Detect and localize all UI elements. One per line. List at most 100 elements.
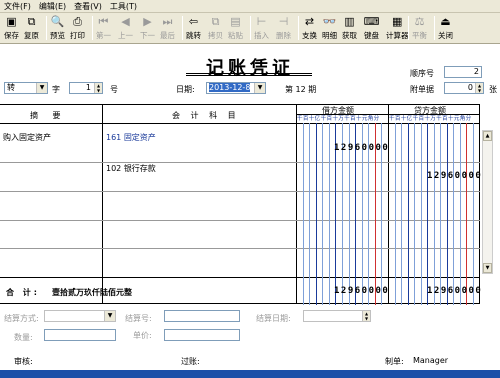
digit-column-line xyxy=(427,123,428,305)
toolbar-button-keyboard[interactable]: ⌨ 键盘 xyxy=(363,15,380,42)
settle-number-input[interactable] xyxy=(164,310,240,322)
seq-label: 顺序号 xyxy=(410,69,434,78)
toolbar-button-copy[interactable]: ⧉ 拷贝 xyxy=(208,15,223,42)
settle-method-label: 结算方式: xyxy=(4,314,39,323)
insert-icon: ⊢ xyxy=(256,15,267,28)
digit-column-line xyxy=(401,123,402,305)
attach-spinner-icon[interactable]: ▲ ▼ xyxy=(475,83,483,93)
price-input[interactable] xyxy=(164,329,240,341)
digit-column-line xyxy=(414,123,415,305)
chevron-down-icon[interactable]: ▼ xyxy=(254,83,265,93)
toolbar-button-print[interactable]: ⎙ 打印 xyxy=(70,15,85,42)
toolbar-button-close[interactable]: ⏏ 关闭 xyxy=(438,15,453,42)
voucher-number-value: 1 xyxy=(85,83,91,92)
row1-account[interactable]: 161 固定资产 xyxy=(106,132,156,143)
chevron-down-icon[interactable]: ▼ xyxy=(36,83,47,93)
paste-icon: ▤ xyxy=(230,15,241,28)
toolbar-button-paste[interactable]: ▤ 粘贴 xyxy=(228,15,243,42)
last-icon: ⏭ xyxy=(162,15,173,28)
voucher-type-select[interactable]: 转 ▼ xyxy=(4,82,48,94)
toolbar-button-jump[interactable]: ⇦ 跳转 xyxy=(186,15,201,42)
scroll-down-icon[interactable]: ▼ xyxy=(483,263,492,273)
toolbar-button-prev[interactable]: ◀ 上一 xyxy=(118,15,133,42)
toolbar-label: 预览 xyxy=(50,31,65,40)
digit-column-line xyxy=(309,123,311,305)
status-bar xyxy=(0,370,500,378)
menu-tools[interactable]: 工具(T) xyxy=(106,1,141,12)
menu-view[interactable]: 查看(V) xyxy=(70,1,106,12)
date-label: 日期: xyxy=(176,85,195,94)
hao-label: 号 xyxy=(110,85,118,94)
toolbar: ▣ 保存 ⧉ 复原 🔍 预览 ⎙ 打印 ⏮ 第一 ◀ 上一 ▶ 下一 ⏭ 最后 ⇦ 跳转 ⧉ 拷贝 ▤ 粘贴 ⊢ 插入 ⊣ 删除 ⇄… xyxy=(0,13,500,44)
toolbar-button-preview[interactable]: 🔍 预览 xyxy=(50,15,65,42)
menu-bar: 文件(F) 编辑(E) 查看(V) 工具(T) xyxy=(0,0,500,13)
digit-column-line xyxy=(420,123,422,305)
zi-label: 字 xyxy=(52,85,60,94)
attach-value: 0 xyxy=(467,83,473,92)
row1-summary[interactable]: 购入固定资产 xyxy=(3,132,51,143)
price-label: 单价: xyxy=(133,331,152,340)
toolbar-button-restore[interactable]: ⧉ 复原 xyxy=(24,15,39,42)
settle-number-label: 结算号: xyxy=(125,314,152,323)
maker-label: 制单: xyxy=(385,357,404,366)
toolbar-button-delete[interactable]: ⊣ 删除 xyxy=(276,15,291,42)
digit-column-line xyxy=(407,123,409,305)
toolbar-label: 键盘 xyxy=(364,31,379,40)
toolbar-button-first[interactable]: ⏮ 第一 xyxy=(96,15,111,42)
digit-column-line xyxy=(315,123,317,305)
credit-digit-header: 千百十亿千百十万千百十元角分 xyxy=(389,116,472,122)
table-scrollbar[interactable]: ▲ ▼ xyxy=(482,130,493,274)
preview-icon: 🔍 xyxy=(50,15,65,28)
digit-column-line xyxy=(472,123,474,305)
print-icon: ⎙ xyxy=(73,15,82,28)
chevron-down-icon[interactable]: ▼ xyxy=(104,311,115,321)
swap-icon: ⇄ xyxy=(304,15,315,28)
col-divider xyxy=(102,105,103,303)
toolbar-label: 插入 xyxy=(254,31,269,40)
col-divider xyxy=(479,105,480,303)
balance-icon: ⚖ xyxy=(414,15,425,28)
summary-header: 摘 要 xyxy=(30,111,67,120)
toolbar-button-save[interactable]: ▣ 保存 xyxy=(4,15,19,42)
keyboard-icon: ⌨ xyxy=(363,15,380,28)
title-underline xyxy=(186,73,312,76)
toolbar-button-fetch[interactable]: ▥ 获取 xyxy=(342,15,357,42)
voucher-table xyxy=(0,104,480,305)
delete-icon: ⊣ xyxy=(278,15,289,28)
settle-method-select[interactable]: ▼ xyxy=(44,310,116,322)
seq-input[interactable]: 2 xyxy=(444,66,482,78)
settle-date-spinner-icon[interactable]: ▲ ▼ xyxy=(362,311,370,321)
menu-file[interactable]: 文件(F) xyxy=(0,1,35,12)
close-icon: ⏏ xyxy=(440,15,451,28)
toolbar-button-detail[interactable]: 👓 明细 xyxy=(322,15,337,42)
qty-input[interactable] xyxy=(44,329,116,341)
toolbar-button-insert[interactable]: ⊢ 插入 xyxy=(254,15,269,42)
toolbar-button-last[interactable]: ⏭ 最后 xyxy=(160,15,175,42)
number-spinner-icon[interactable]: ▲ ▼ xyxy=(94,83,102,93)
credit-digit-columns xyxy=(388,123,479,305)
toolbar-button-next[interactable]: ▶ 下一 xyxy=(140,15,155,42)
date-picker[interactable]: 2013-12-8 ▼ xyxy=(206,82,266,94)
toolbar-label: 关闭 xyxy=(438,31,453,40)
toolbar-label: 保存 xyxy=(4,31,19,40)
scroll-up-icon[interactable]: ▲ xyxy=(483,131,492,141)
date-value: 2013-12-8 xyxy=(209,83,251,92)
menu-edit[interactable]: 编辑(E) xyxy=(35,1,70,12)
toolbar-button-calculator[interactable]: ▦ 计算器 xyxy=(386,15,409,42)
row2-credit[interactable]: 12960000 xyxy=(427,171,482,181)
toolbar-label: 下一 xyxy=(140,31,155,40)
settle-date-picker[interactable]: ▲ ▼ xyxy=(303,310,371,322)
copy-icon: ⧉ xyxy=(211,15,220,28)
voucher-number-input[interactable]: 1 ▲ ▼ xyxy=(69,82,103,94)
row2-account[interactable]: 102 银行存款 xyxy=(106,163,156,174)
toolbar-label: 上一 xyxy=(118,31,133,40)
row1-debit[interactable]: 12960000 xyxy=(334,143,389,153)
qty-label: 数量: xyxy=(14,333,33,342)
digit-column-line xyxy=(328,123,330,305)
toolbar-button-swap[interactable]: ⇄ 支换 xyxy=(302,15,317,42)
attach-input[interactable]: 0 ▲ ▼ xyxy=(444,82,484,94)
digit-column-line xyxy=(446,123,448,305)
toolbar-separator xyxy=(298,16,299,40)
toolbar-label: 最后 xyxy=(160,31,175,40)
toolbar-button-balance[interactable]: ⚖ 平衡 xyxy=(412,15,427,42)
